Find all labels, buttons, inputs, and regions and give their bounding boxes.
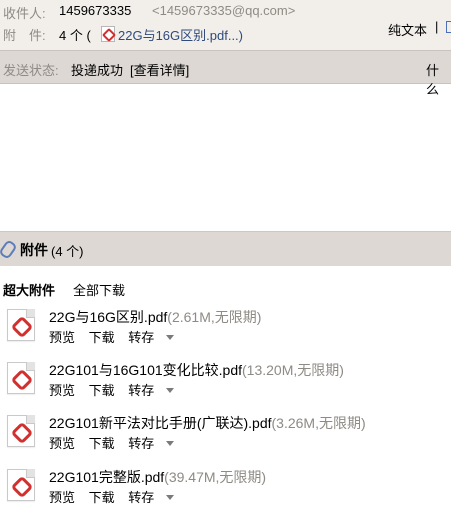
preview-link[interactable]: 预览 [49,383,75,398]
delivery-status-value: 投递成功 [71,63,124,78]
pdf-file-icon[interactable] [7,469,35,501]
save-dropdown[interactable]: 转存 [128,490,184,505]
save-label: 转存 [128,436,155,451]
download-link[interactable]: 下载 [89,383,115,398]
save-label: 转存 [128,490,155,505]
pdf-icon [101,26,115,42]
save-dropdown[interactable]: 转存 [128,330,184,345]
save-dropdown[interactable]: 转存 [128,383,184,398]
attachments-bar: 附件 (4 个) [0,231,451,266]
download-link[interactable]: 下载 [89,330,115,345]
file-name-link[interactable]: 22G与16G区别.pdf [49,309,167,325]
attachment-link[interactable]: 22G与16G区别.pdf...) [118,25,243,44]
chevron-down-icon [166,441,175,446]
attachments-title: 附件 [20,242,48,258]
chevron-down-icon [166,388,175,393]
preview-link[interactable]: 预览 [49,330,75,345]
view-details-link[interactable]: [查看详情] [130,60,189,79]
attachment-row: 22G101新平法对比手册(广联达).pdf(3.26M,无限期) 预览 下载 … [0,413,451,463]
file-meta: (3.26M,无限期) [271,415,366,431]
recipient-email[interactable]: <1459673335@qq.com> [152,3,295,18]
file-name-link[interactable]: 22G101新平法对比手册(广联达).pdf [49,415,272,431]
file-meta: (39.47M,无限期) [164,469,267,485]
mail-icon[interactable] [446,21,451,33]
big-attachments-title: 超大附件 [3,283,56,298]
attachment-row: 22G101完整版.pdf(39.47M,无限期) 预览 下载 转存 [0,467,451,517]
pdf-file-icon[interactable] [7,362,35,394]
download-link[interactable]: 下载 [89,436,115,451]
mail-header: 收件人: 1459673335 <1459673335@qq.com> 附 件:… [0,0,451,50]
chevron-down-icon [166,335,175,340]
delivery-status-label: 发送状态: [3,63,59,78]
truncated-text: 什么 [426,63,440,97]
save-label: 转存 [128,383,155,398]
attachment-row: 22G101与16G101变化比较.pdf(13.20M,无限期) 预览 下载 … [0,360,451,410]
separator: | [435,19,439,34]
download-link[interactable]: 下载 [89,490,115,505]
preview-link[interactable]: 预览 [49,436,75,451]
recipient-label: 收件人: [3,6,46,21]
attachments-count: (4 个) [51,244,84,259]
delivery-status-bar: 发送状态: 投递成功 [查看详情] 什么 [0,50,451,97]
attachment-row: 22G与16G区别.pdf(2.61M,无限期) 预览 下载 转存 [0,307,451,357]
chevron-down-icon [166,495,175,500]
file-name-link[interactable]: 22G101与16G101变化比较.pdf [49,362,242,378]
save-label: 转存 [128,330,155,345]
file-meta: (2.61M,无限期) [167,309,262,325]
file-name-link[interactable]: 22G101完整版.pdf [49,469,164,485]
pdf-file-icon[interactable] [7,415,35,447]
plain-text-toggle[interactable]: 纯文本 [388,20,427,39]
save-dropdown[interactable]: 转存 [128,436,184,451]
attachment-label: 附 件: [3,28,46,43]
attachment-count: 4 个 ( [59,28,91,43]
recipient-name[interactable]: 1459673335 [59,3,131,18]
preview-link[interactable]: 预览 [49,490,75,505]
paperclip-icon [0,239,18,260]
pdf-file-icon[interactable] [7,309,35,341]
download-all-link[interactable]: 全部下载 [73,280,125,299]
file-meta: (13.20M,无限期) [242,362,344,378]
